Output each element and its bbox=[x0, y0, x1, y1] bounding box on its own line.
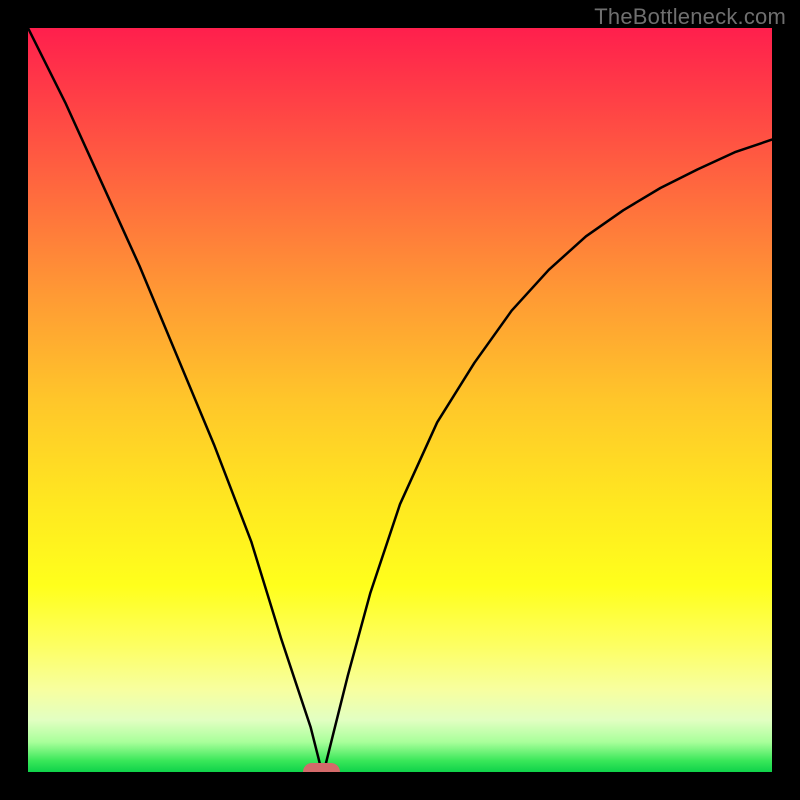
bottleneck-curve bbox=[28, 28, 772, 772]
optimal-marker-icon bbox=[303, 763, 340, 772]
watermark-text: TheBottleneck.com bbox=[594, 4, 786, 30]
chart-container: TheBottleneck.com bbox=[0, 0, 800, 800]
plot-area bbox=[28, 28, 772, 772]
